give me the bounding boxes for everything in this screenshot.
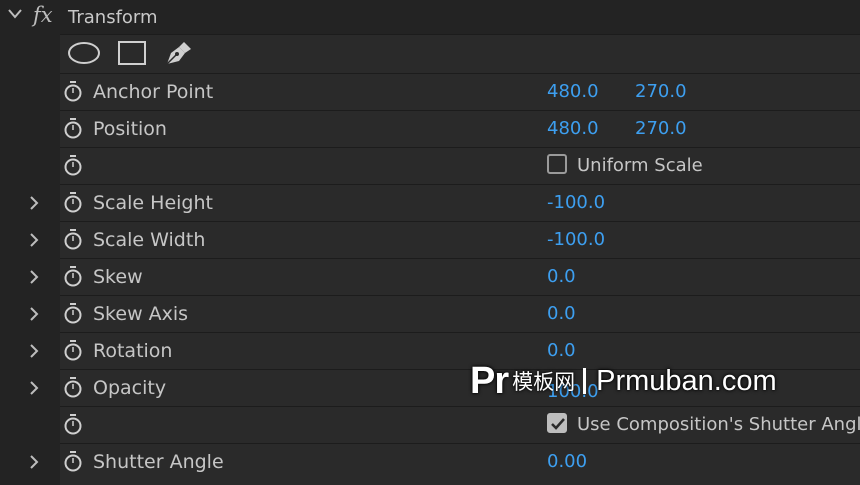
chevron-down-icon[interactable] bbox=[7, 6, 23, 22]
stopwatch-icon[interactable] bbox=[63, 339, 83, 361]
watermark-name: 模板网 bbox=[512, 370, 576, 394]
scale-width-value[interactable]: -100.0 bbox=[547, 229, 605, 250]
shutter-angle-value[interactable]: 0.00 bbox=[547, 451, 587, 472]
chevron-right-icon[interactable] bbox=[28, 454, 40, 470]
property-label: Skew Axis bbox=[93, 303, 189, 325]
chevron-right-icon[interactable] bbox=[28, 343, 40, 359]
fx-icon[interactable]: fx bbox=[33, 3, 53, 27]
rectangle-mask-icon[interactable] bbox=[117, 40, 147, 66]
property-row-skew: Skew 0.0 bbox=[30, 258, 860, 295]
property-row-uniform-scale: Uniform Scale bbox=[60, 147, 860, 184]
mask-tools-row bbox=[60, 34, 860, 73]
watermark-separator bbox=[583, 368, 587, 394]
pen-mask-icon[interactable] bbox=[164, 39, 194, 67]
stopwatch-icon[interactable] bbox=[63, 191, 83, 213]
use-comp-shutter-checkbox[interactable] bbox=[547, 413, 567, 433]
property-row-scale-width: Scale Width -100.0 bbox=[30, 221, 860, 258]
property-label: Skew bbox=[93, 266, 143, 288]
property-label: Anchor Point bbox=[93, 81, 214, 103]
position-x-value[interactable]: 480.0 bbox=[547, 118, 599, 139]
stopwatch-icon[interactable] bbox=[63, 450, 83, 472]
checkmark-icon bbox=[551, 418, 565, 430]
property-label: Position bbox=[93, 118, 167, 140]
effect-title: Transform bbox=[68, 7, 158, 28]
chevron-right-icon[interactable] bbox=[28, 380, 40, 396]
anchor-point-y-value[interactable]: 270.0 bbox=[635, 81, 687, 102]
property-label: Opacity bbox=[93, 377, 167, 399]
property-label: Scale Width bbox=[93, 229, 206, 251]
skew-axis-value[interactable]: 0.0 bbox=[547, 303, 576, 324]
watermark: Pr 模板网 Prmuban.com bbox=[470, 356, 777, 406]
stopwatch-icon[interactable] bbox=[63, 154, 83, 176]
property-row-anchor-point: Anchor Point 480.0 270.0 bbox=[60, 73, 860, 110]
property-label: Rotation bbox=[93, 340, 173, 362]
property-row-position: Position 480.0 270.0 bbox=[60, 110, 860, 147]
chevron-right-icon[interactable] bbox=[28, 195, 40, 211]
scale-height-value[interactable]: -100.0 bbox=[547, 192, 605, 213]
effect-controls-panel: fx Transform Anchor Point 480.0 270.0 Po… bbox=[0, 0, 860, 485]
property-row-scale-height: Scale Height -100.0 bbox=[30, 184, 860, 221]
stopwatch-icon[interactable] bbox=[63, 228, 83, 250]
property-row-use-comp-shutter: Use Composition's Shutter Angle bbox=[60, 406, 860, 443]
watermark-logo: Pr bbox=[470, 359, 509, 402]
uniform-scale-checkbox[interactable] bbox=[547, 154, 567, 174]
stopwatch-icon[interactable] bbox=[63, 265, 83, 287]
ellipse-mask-icon[interactable] bbox=[66, 40, 102, 66]
stopwatch-icon[interactable] bbox=[63, 117, 83, 139]
property-label: Shutter Angle bbox=[93, 451, 224, 473]
stopwatch-icon[interactable] bbox=[63, 413, 83, 435]
property-label: Scale Height bbox=[93, 192, 213, 214]
use-comp-shutter-label[interactable]: Use Composition's Shutter Angle bbox=[577, 414, 860, 435]
transform-effect-header[interactable]: fx Transform bbox=[0, 0, 860, 34]
skew-value[interactable]: 0.0 bbox=[547, 266, 576, 287]
anchor-point-x-value[interactable]: 480.0 bbox=[547, 81, 599, 102]
chevron-right-icon[interactable] bbox=[28, 306, 40, 322]
property-row-skew-axis: Skew Axis 0.0 bbox=[30, 295, 860, 332]
chevron-right-icon[interactable] bbox=[28, 269, 40, 285]
uniform-scale-label[interactable]: Uniform Scale bbox=[577, 155, 703, 176]
property-row-shutter-angle: Shutter Angle 0.00 bbox=[30, 443, 860, 485]
stopwatch-icon[interactable] bbox=[63, 80, 83, 102]
stopwatch-icon[interactable] bbox=[63, 302, 83, 324]
watermark-site: Prmuban.com bbox=[596, 364, 777, 397]
position-y-value[interactable]: 270.0 bbox=[635, 118, 687, 139]
chevron-right-icon[interactable] bbox=[28, 232, 40, 248]
stopwatch-icon[interactable] bbox=[63, 376, 83, 398]
